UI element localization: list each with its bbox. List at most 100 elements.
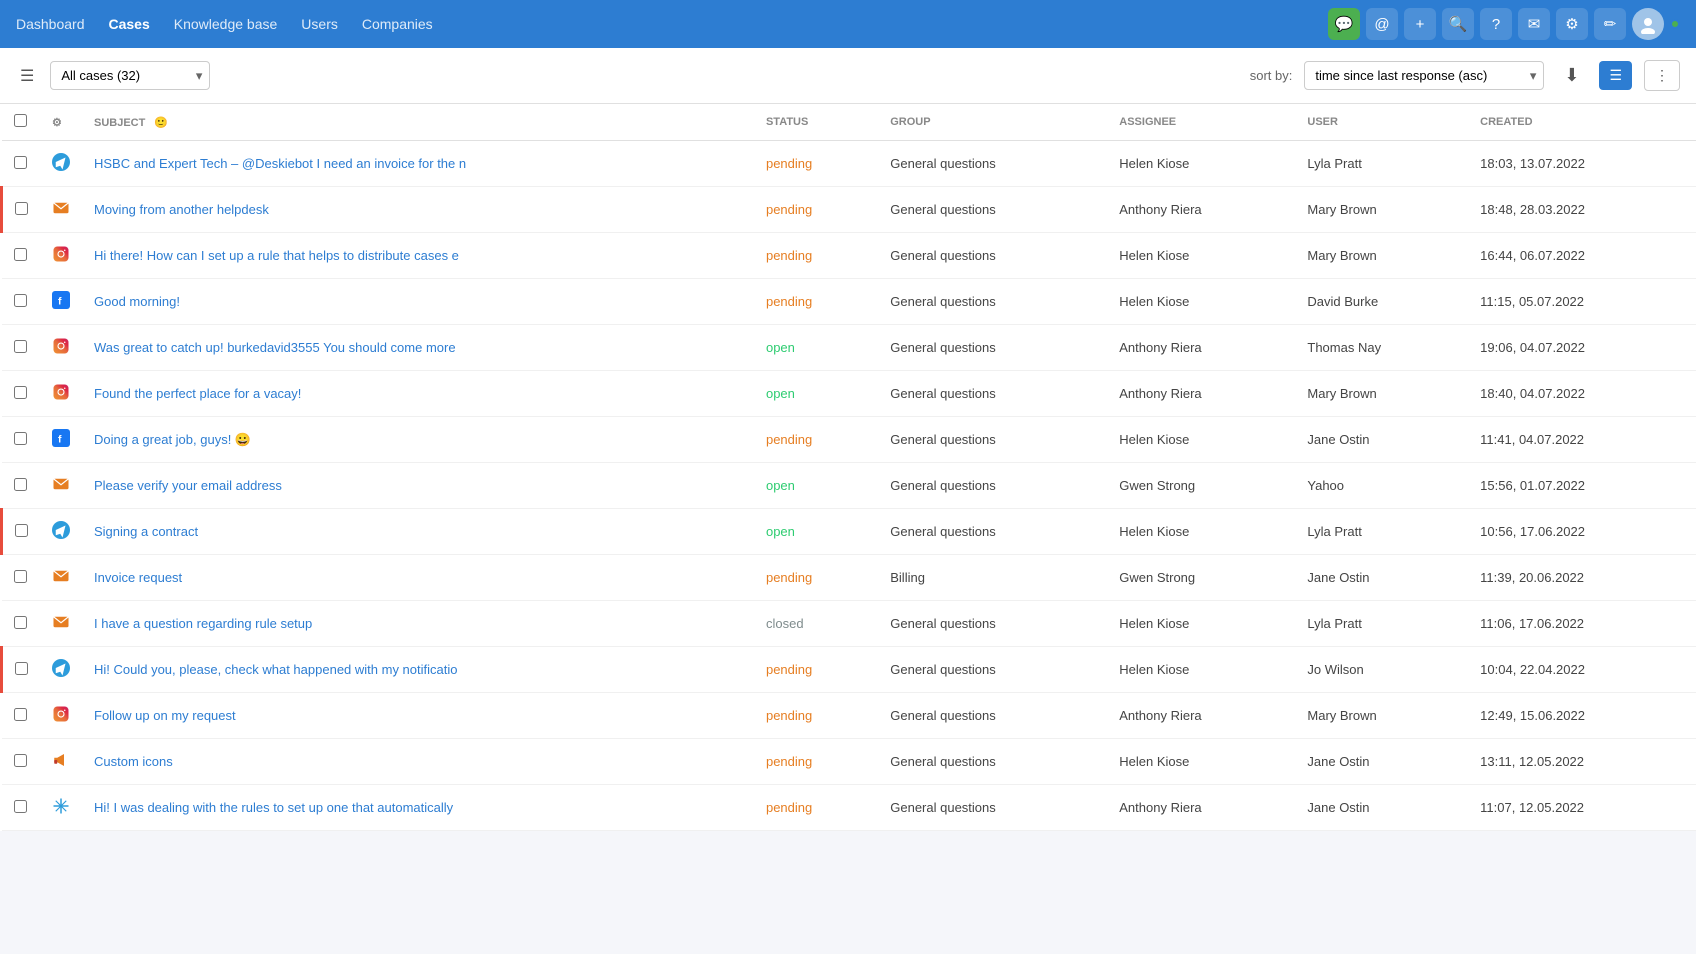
table-row[interactable]: Please verify your email address open Ge… <box>2 463 1696 509</box>
subject-cell[interactable]: Good morning! <box>82 279 754 325</box>
toolbar: ☰ All cases (32) sort by: time since las… <box>0 48 1696 104</box>
help-icon-btn[interactable]: ? <box>1480 8 1512 40</box>
chat-icon-btn[interactable]: 💬 <box>1328 8 1360 40</box>
header-checkbox <box>2 104 41 141</box>
table-row[interactable]: HSBC and Expert Tech – @Deskiebot I need… <box>2 141 1696 187</box>
subject-cell[interactable]: Signing a contract <box>82 509 754 555</box>
table-row[interactable]: Follow up on my request pending General … <box>2 693 1696 739</box>
row-checkbox[interactable] <box>14 800 27 813</box>
row-checkbox[interactable] <box>14 708 27 721</box>
subject-cell[interactable]: Moving from another helpdesk <box>82 187 754 233</box>
row-checkbox[interactable] <box>14 340 27 353</box>
email-icon <box>52 205 70 220</box>
nav-knowledge-base[interactable]: Knowledge base <box>174 16 278 32</box>
facebook-icon: f <box>52 435 70 450</box>
sort-select[interactable]: time since last response (asc) time sinc… <box>1304 61 1544 90</box>
compact-view-btn[interactable]: ⋮ <box>1644 60 1680 91</box>
nav-users[interactable]: Users <box>301 16 338 32</box>
status-badge: pending <box>766 202 812 217</box>
list-view-btn[interactable]: ☰ <box>1599 61 1632 90</box>
plus-icon-btn[interactable]: + <box>1404 8 1436 40</box>
row-checkbox[interactable] <box>15 202 28 215</box>
status-badge: open <box>766 478 795 493</box>
telegram-icon <box>52 527 70 542</box>
row-checkbox[interactable] <box>15 524 28 537</box>
row-checkbox[interactable] <box>14 478 27 491</box>
table-row[interactable]: Was great to catch up! burkedavid3555 Yo… <box>2 325 1696 371</box>
table-row[interactable]: f Doing a great job, guys! 😀 pending Gen… <box>2 417 1696 463</box>
row-checkbox[interactable] <box>14 616 27 629</box>
edit-icon-btn[interactable]: ✏ <box>1594 8 1626 40</box>
user-cell: Jane Ostin <box>1295 555 1468 601</box>
table-row[interactable]: Hi! Could you, please, check what happen… <box>2 647 1696 693</box>
subject-cell[interactable]: Hi! Could you, please, check what happen… <box>82 647 754 693</box>
channel-icon-cell <box>40 463 82 509</box>
subject-cell[interactable]: Follow up on my request <box>82 693 754 739</box>
email-icon <box>52 573 70 588</box>
assignee-cell: Helen Kiose <box>1107 279 1295 325</box>
subject-sort-face-icon: 🙂 <box>154 117 168 129</box>
subject-cell[interactable]: I have a question regarding rule setup <box>82 601 754 647</box>
table-row[interactable]: Signing a contract open General question… <box>2 509 1696 555</box>
svg-text:f: f <box>58 296 62 308</box>
sort-label: sort by: <box>1250 68 1293 83</box>
row-checkbox[interactable] <box>14 248 27 261</box>
table-row[interactable]: f Good morning! pending General question… <box>2 279 1696 325</box>
table-row[interactable]: Custom icons pending General questions H… <box>2 739 1696 785</box>
group-cell: General questions <box>878 141 1107 187</box>
filter-icon[interactable]: ☰ <box>16 62 38 90</box>
channel-icon-cell <box>40 785 82 831</box>
download-icon[interactable]: ⬇ <box>1556 61 1587 90</box>
row-checkbox[interactable] <box>14 754 27 767</box>
row-checkbox[interactable] <box>14 432 27 445</box>
subject-cell[interactable]: Was great to catch up! burkedavid3555 Yo… <box>82 325 754 371</box>
subject-cell[interactable]: Doing a great job, guys! 😀 <box>82 417 754 463</box>
row-checkbox-cell <box>2 785 41 831</box>
gear-icon[interactable]: ⚙ <box>52 117 62 129</box>
select-all-checkbox[interactable] <box>14 114 27 127</box>
row-checkbox[interactable] <box>14 386 27 399</box>
nav-companies[interactable]: Companies <box>362 16 433 32</box>
user-cell: Mary Brown <box>1295 693 1468 739</box>
table-row[interactable]: Hi! I was dealing with the rules to set … <box>2 785 1696 831</box>
group-cell: General questions <box>878 417 1107 463</box>
table-row[interactable]: Moving from another helpdesk pending Gen… <box>2 187 1696 233</box>
nav-dashboard[interactable]: Dashboard <box>16 16 85 32</box>
subject-cell[interactable]: Invoice request <box>82 555 754 601</box>
row-checkbox[interactable] <box>15 662 28 675</box>
instagram-icon <box>52 711 70 726</box>
group-cell: General questions <box>878 509 1107 555</box>
table-row[interactable]: Invoice request pending Billing Gwen Str… <box>2 555 1696 601</box>
subject-cell[interactable]: HSBC and Expert Tech – @Deskiebot I need… <box>82 141 754 187</box>
row-checkbox-cell <box>2 693 41 739</box>
channel-icon-cell <box>40 371 82 417</box>
subject-cell[interactable]: Hi! I was dealing with the rules to set … <box>82 785 754 831</box>
created-cell: 11:06, 17.06.2022 <box>1468 601 1696 647</box>
subject-cell[interactable]: Hi there! How can I set up a rule that h… <box>82 233 754 279</box>
online-status-dot <box>1670 19 1680 29</box>
subject-cell[interactable]: Please verify your email address <box>82 463 754 509</box>
row-checkbox[interactable] <box>14 294 27 307</box>
sort-select-wrap: time since last response (asc) time sinc… <box>1304 61 1544 90</box>
user-avatar-btn[interactable] <box>1632 8 1664 40</box>
cases-filter-select[interactable]: All cases (32) <box>50 61 210 90</box>
subject-cell[interactable]: Custom icons <box>82 739 754 785</box>
header-group: GROUP <box>878 104 1107 141</box>
subject-cell[interactable]: Found the perfect place for a vacay! <box>82 371 754 417</box>
table-row[interactable]: Hi there! How can I set up a rule that h… <box>2 233 1696 279</box>
settings-icon-btn[interactable]: ⚙ <box>1556 8 1588 40</box>
user-cell: Jane Ostin <box>1295 785 1468 831</box>
header-subject[interactable]: SUBJECT 🙂 <box>82 104 754 141</box>
table-row[interactable]: I have a question regarding rule setup c… <box>2 601 1696 647</box>
created-cell: 18:48, 28.03.2022 <box>1468 187 1696 233</box>
nav-cases[interactable]: Cases <box>109 16 150 32</box>
search-icon-btn[interactable]: 🔍 <box>1442 8 1474 40</box>
status-cell: pending <box>754 141 878 187</box>
table-row[interactable]: Found the perfect place for a vacay! ope… <box>2 371 1696 417</box>
row-checkbox[interactable] <box>14 570 27 583</box>
at-icon-btn[interactable]: @ <box>1366 8 1398 40</box>
row-checkbox[interactable] <box>14 156 27 169</box>
status-badge: pending <box>766 570 812 585</box>
message-icon-btn[interactable]: ✉ <box>1518 8 1550 40</box>
user-cell: Jo Wilson <box>1295 647 1468 693</box>
